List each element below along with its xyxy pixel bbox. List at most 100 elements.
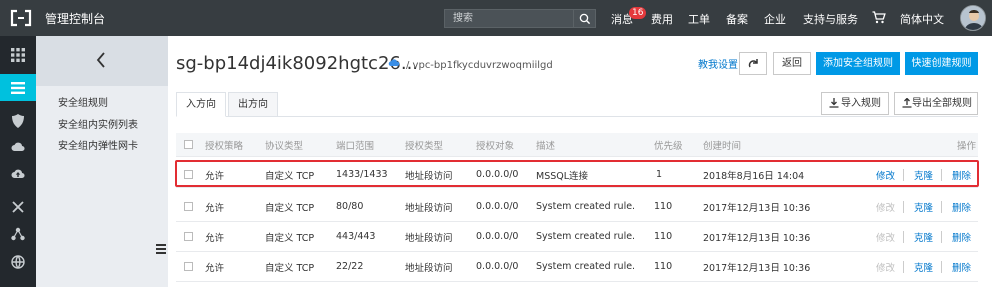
nav-global[interactable]: [0, 248, 36, 275]
user-avatar-icon: [961, 6, 985, 30]
cloud-upload-icon: [11, 169, 25, 179]
tab-inbound[interactable]: 入方向: [176, 92, 226, 117]
delete-link[interactable]: 删除: [952, 162, 971, 187]
cell-protocol: 自定义 TCP: [265, 170, 315, 182]
back-button[interactable]: [36, 36, 168, 86]
nav-icp[interactable]: 备案: [726, 11, 748, 27]
col-auth-object: 授权对象: [476, 140, 515, 152]
cart-icon[interactable]: [872, 11, 886, 24]
cell-auth-object: 0.0.0.0/0: [476, 169, 519, 180]
sidebar-item-sg-instances[interactable]: 安全组内实例列表: [58, 116, 138, 131]
nav-billing[interactable]: 费用: [651, 11, 673, 27]
search-icon: [579, 13, 591, 25]
avatar[interactable]: [960, 5, 986, 31]
cell-auth-type: 地址段访问: [405, 262, 453, 274]
cell-auth-type: 地址段访问: [405, 202, 453, 214]
export-rules-button[interactable]: 导出全部规则: [894, 92, 978, 115]
quick-create-button[interactable]: 快速创建规则: [905, 52, 978, 75]
nav-tickets[interactable]: 工单: [688, 11, 710, 27]
cell-auth-type: 地址段访问: [405, 170, 453, 182]
edit-link-disabled: 修改: [876, 232, 896, 244]
action-separator: [941, 261, 942, 273]
nav-products[interactable]: [0, 41, 36, 68]
cell-policy: 允许: [205, 262, 225, 274]
nav-shuffle[interactable]: [0, 193, 36, 220]
nav-support[interactable]: 支持与服务: [803, 11, 858, 27]
search-button[interactable]: [573, 10, 595, 27]
messages-count-badge: 16: [629, 7, 647, 19]
return-button[interactable]: 返回: [773, 52, 811, 75]
row-checkbox[interactable]: [184, 262, 193, 271]
tab-outbound[interactable]: 出方向: [228, 92, 278, 117]
sidebar-toggle-icon[interactable]: [156, 242, 166, 256]
cell-priority: 110: [654, 261, 673, 272]
action-separator: [941, 169, 942, 181]
table-row: 允许 自定义 TCP 443/443 地址段访问 0.0.0.0/0 Syste…: [176, 222, 978, 252]
cell-port: 80/80: [336, 201, 364, 212]
nav-overview[interactable]: [0, 74, 36, 101]
cell-auth-object: 0.0.0.0/0: [476, 231, 519, 242]
col-actions: 操作: [957, 140, 977, 152]
import-rules-button[interactable]: 导入规则: [821, 92, 889, 115]
col-created: 创建时间: [703, 140, 742, 152]
delete-link[interactable]: 删除: [952, 252, 971, 281]
cell-protocol: 自定义 TCP: [265, 232, 315, 244]
cell-description: System created rule.: [536, 261, 636, 272]
col-protocol: 协议类型: [265, 140, 304, 152]
tutorial-link[interactable]: 教我设置: [698, 56, 738, 71]
cell-auth-object: 0.0.0.0/0: [476, 261, 519, 272]
download-icon: [829, 98, 839, 108]
select-all-checkbox[interactable]: [184, 140, 193, 149]
add-rule-button[interactable]: 添加安全组规则: [816, 52, 900, 75]
chevron-left-icon: [96, 52, 105, 68]
row-checkbox[interactable]: [184, 202, 193, 211]
nav-security[interactable]: [0, 107, 36, 134]
page-title: sg-bp14dj4ik8092hgtc26...: [176, 53, 419, 74]
clone-link[interactable]: 克隆: [914, 192, 933, 221]
clone-link[interactable]: 克隆: [914, 162, 933, 187]
shuffle-icon: [12, 201, 24, 213]
cell-priority: 110: [654, 201, 673, 212]
vpc-cloud-icon: [388, 59, 400, 66]
action-separator: [941, 201, 942, 213]
language-switch[interactable]: 简体中文: [900, 11, 944, 27]
search-input[interactable]: [445, 10, 573, 27]
delete-link[interactable]: 删除: [952, 192, 971, 221]
nav-cloud[interactable]: [0, 133, 36, 160]
network-icon: [11, 227, 25, 241]
console-title[interactable]: 管理控制台: [45, 10, 105, 27]
clone-link[interactable]: 克隆: [914, 252, 933, 281]
shield-icon: [12, 114, 24, 128]
secondary-sidebar: 安全组规则 安全组内实例列表 安全组内弹性网卡: [36, 36, 168, 287]
cell-created: 2018年8月16日 14:04: [703, 170, 805, 182]
cell-description: System created rule.: [536, 231, 636, 242]
table-header: 授权策略 协议类型 端口范围 授权类型 授权对象 描述 优先级 创建时间 操作: [176, 133, 978, 157]
row-checkbox[interactable]: [184, 170, 193, 179]
cell-port: 1433/1433: [336, 169, 388, 180]
edit-link[interactable]: 修改: [876, 162, 895, 187]
cell-policy: 允许: [205, 232, 225, 244]
search-box: [444, 9, 596, 28]
nav-cloud-upload[interactable]: [0, 160, 36, 187]
export-rules-label: 导出全部规则: [912, 98, 972, 109]
cell-priority: 110: [654, 231, 673, 242]
action-separator: [903, 261, 904, 273]
nav-network[interactable]: [0, 220, 36, 247]
sidebar-item-sg-rules[interactable]: 安全组规则: [58, 94, 108, 109]
nav-enterprise[interactable]: 企业: [764, 11, 786, 27]
sidebar-item-sg-eni[interactable]: 安全组内弹性网卡: [58, 137, 138, 152]
action-separator: [941, 231, 942, 243]
cell-port: 443/443: [336, 231, 376, 242]
delete-link[interactable]: 删除: [952, 222, 971, 251]
action-separator: [903, 201, 904, 213]
row-checkbox[interactable]: [184, 232, 193, 241]
cell-policy: 允许: [205, 202, 225, 214]
table-row: 允许 自定义 TCP 80/80 地址段访问 0.0.0.0/0 System …: [176, 192, 978, 222]
refresh-button[interactable]: [739, 52, 767, 75]
clone-link[interactable]: 克隆: [914, 222, 933, 251]
vpc-link[interactable]: / vpc-bp1fkycduvrzwoqmiilgd: [406, 60, 553, 71]
cell-auth-type: 地址段访问: [405, 232, 453, 244]
col-auth-type: 授权类型: [405, 140, 444, 152]
cell-policy: 允许: [205, 170, 225, 182]
aliyun-logo-icon[interactable]: [10, 9, 32, 27]
